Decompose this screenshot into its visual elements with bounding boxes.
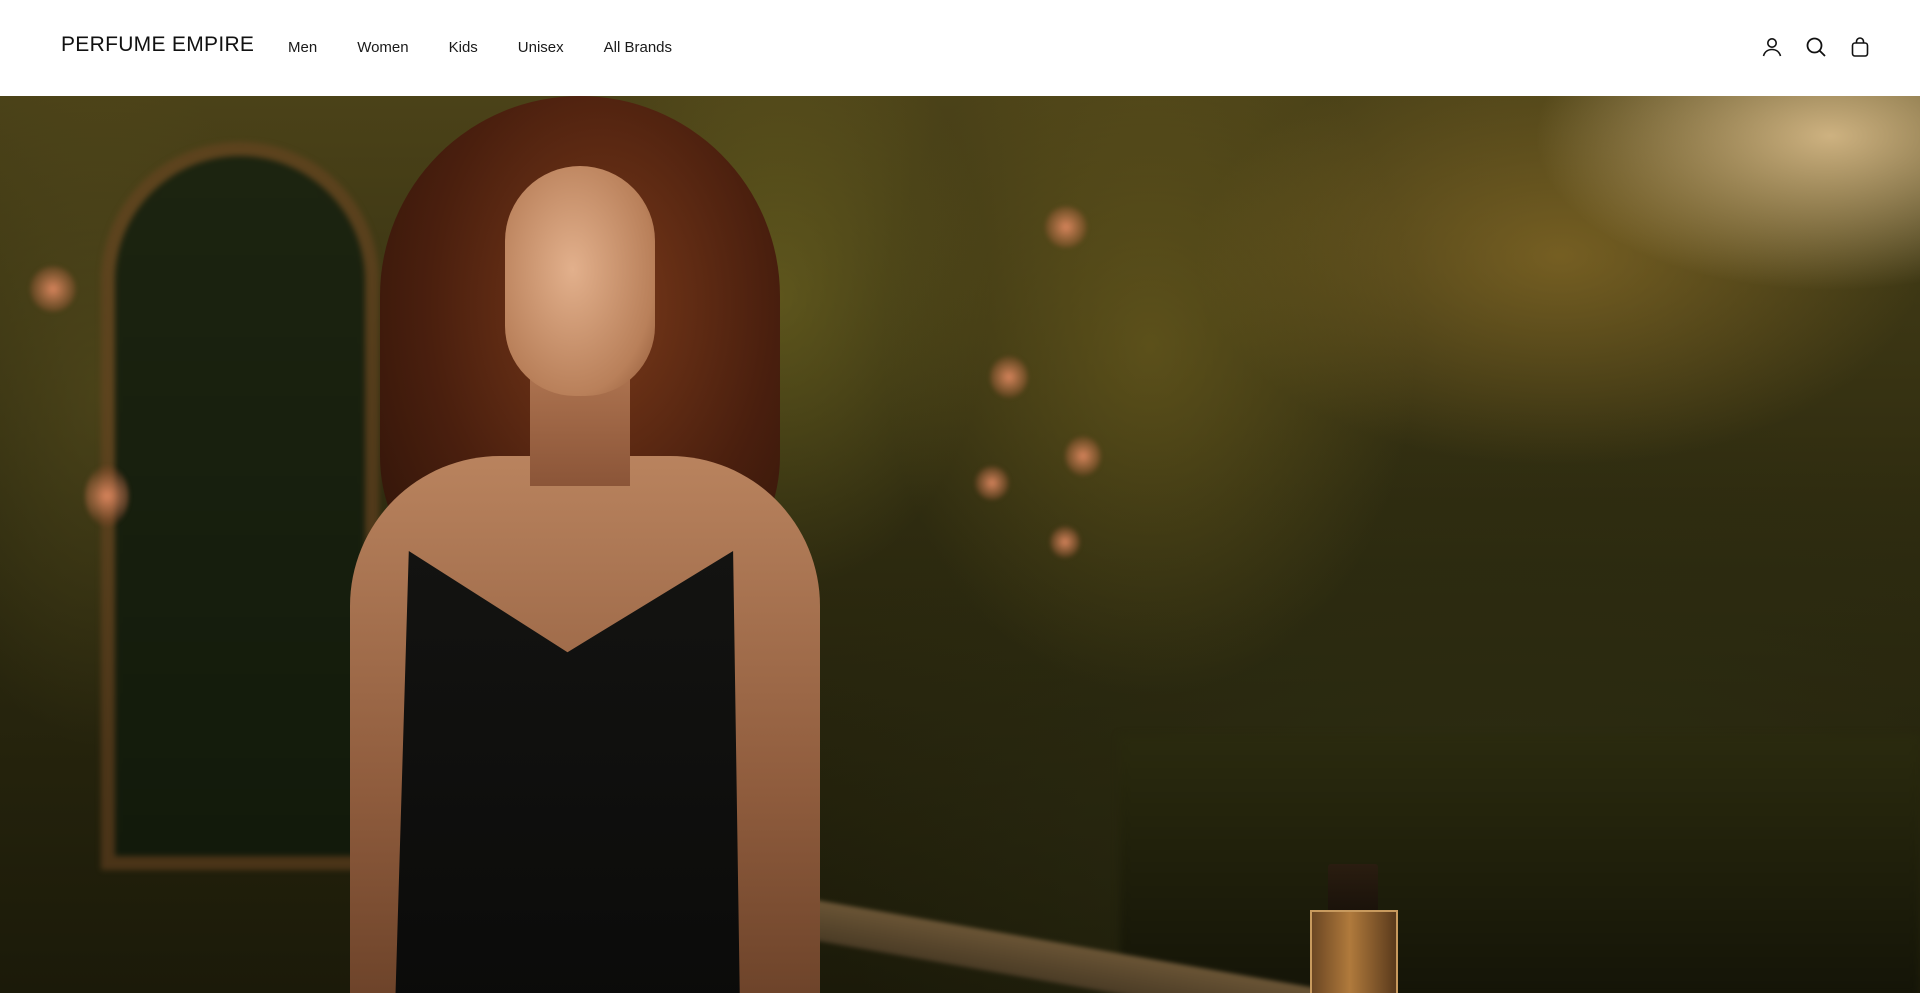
site-logo[interactable]: PERFUME EMPIRE [61, 33, 254, 57]
bottle-cap [1328, 864, 1378, 912]
rose [1050, 526, 1080, 558]
header-actions [1760, 34, 1872, 60]
nav-item-kids[interactable]: Kids [449, 38, 478, 57]
search-icon[interactable] [1804, 34, 1828, 60]
nav-item-women[interactable]: Women [357, 38, 408, 57]
rose [1045, 206, 1087, 248]
rose [990, 356, 1028, 398]
garden-arch [115, 156, 365, 856]
account-icon[interactable] [1760, 34, 1784, 60]
nav-item-unisex[interactable]: Unisex [518, 38, 564, 57]
main-nav: Men Women Kids Unisex All Brands [288, 38, 712, 57]
rose [975, 466, 1009, 500]
perfume-bottle [1310, 864, 1398, 993]
rose [85, 466, 129, 526]
rose [1065, 436, 1101, 476]
nav-item-men[interactable]: Men [288, 38, 317, 57]
woman-face [505, 166, 655, 396]
nav-item-all-brands[interactable]: All Brands [604, 38, 672, 57]
rose [30, 266, 76, 312]
bottle-body [1310, 910, 1398, 993]
hero-banner [0, 96, 1920, 993]
garden-hedge [1120, 736, 1920, 993]
site-header: PERFUME EMPIRE Men Women Kids Unisex All… [0, 0, 1920, 96]
cart-icon[interactable] [1848, 34, 1872, 60]
